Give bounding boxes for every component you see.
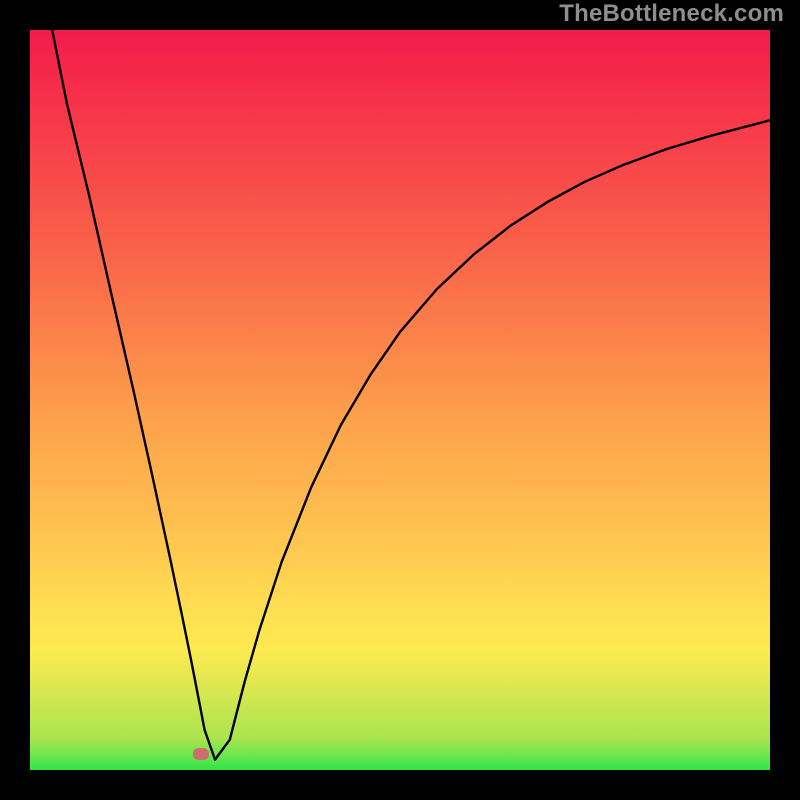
vertex-marker — [193, 748, 209, 760]
plot-area — [30, 30, 770, 770]
bottleneck-curve — [52, 30, 770, 760]
chart-frame: TheBottleneck.com — [0, 0, 800, 800]
curve-svg — [30, 30, 770, 770]
watermark-text: TheBottleneck.com — [559, 0, 784, 28]
